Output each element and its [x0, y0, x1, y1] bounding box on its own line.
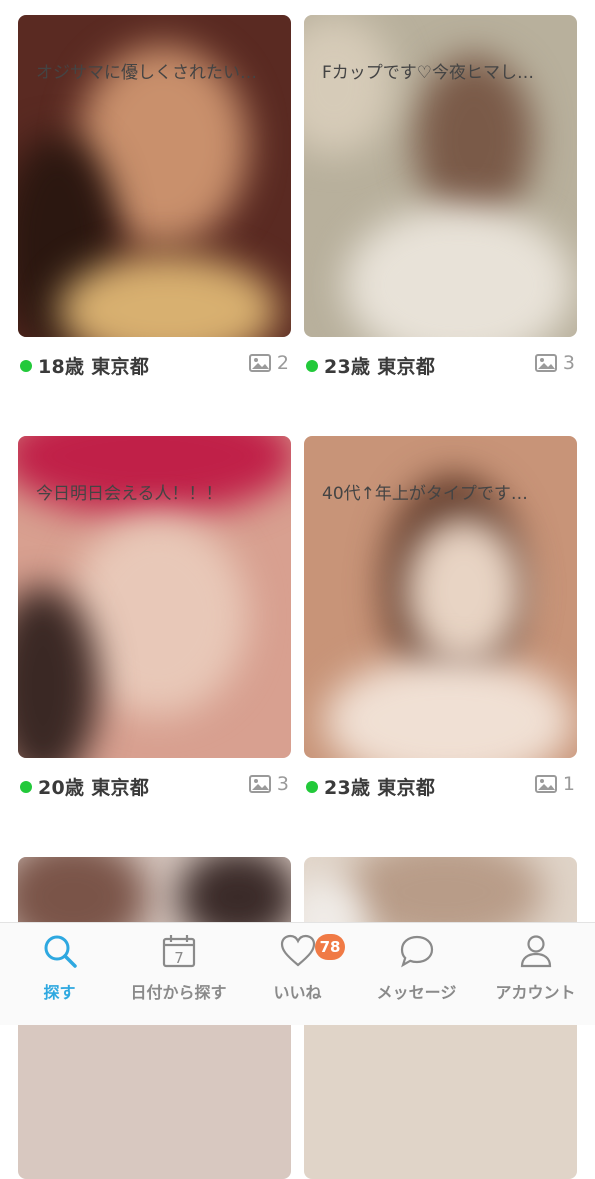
bottom-tab-bar: 探す 7 日付から探す いいね メッセージ アカウント [0, 922, 595, 1025]
message-bubble-icon [400, 935, 433, 968]
profile-message: Fカップです♡今夜ヒマし… [322, 63, 535, 83]
online-status-dot [306, 360, 318, 372]
calendar-icon: 7 [162, 935, 195, 968]
profile-card[interactable]: 18歳 東京都 2 オジサマに優しくされたい… [18, 15, 291, 381]
photo-count: 1 [534, 773, 575, 795]
search-icon [44, 935, 77, 968]
profile-card[interactable]: 20歳 東京都 3 今日明日会える人！！！ [18, 436, 291, 802]
tab-search-by-date[interactable]: 7 日付から探す [119, 923, 238, 1025]
image-icon [248, 775, 271, 793]
svg-text:7: 7 [174, 949, 184, 967]
tab-messages[interactable]: メッセージ [357, 923, 476, 1025]
likes-count-badge: 78 [315, 934, 345, 960]
profile-card[interactable]: 23歳 東京都 1 40代↑年上がタイプです… [304, 436, 577, 802]
online-status-dot [20, 781, 32, 793]
image-icon [248, 354, 271, 372]
person-icon [520, 935, 551, 968]
tab-label: 日付から探す [130, 983, 227, 1002]
profile-message: 40代↑年上がタイプです… [322, 484, 528, 504]
tab-account[interactable]: アカウント [476, 923, 595, 1025]
tab-label: いいね [273, 983, 322, 1002]
online-status-dot [20, 360, 32, 372]
profile-message: オジサマに優しくされたい… [36, 63, 257, 83]
online-status-dot [306, 781, 318, 793]
tab-label: 探す [43, 983, 76, 1002]
age-location: 18歳 東京都 [38, 356, 150, 378]
photo-count: 3 [534, 352, 575, 374]
age-location: 20歳 東京都 [38, 777, 150, 799]
tab-label: メッセージ [376, 983, 457, 1002]
age-location: 23歳 東京都 [324, 777, 436, 799]
image-icon [534, 354, 557, 372]
profile-card[interactable]: 23歳 東京都 3 Fカップです♡今夜ヒマし… [304, 15, 577, 381]
photo-count: 2 [248, 352, 289, 374]
profile-message: 今日明日会える人！！！ [36, 484, 223, 504]
image-icon [534, 775, 557, 793]
photo-count: 3 [248, 773, 289, 795]
tab-search[interactable]: 探す [0, 923, 119, 1025]
heart-icon [280, 934, 315, 967]
tab-label: アカウント [495, 983, 576, 1002]
age-location: 23歳 東京都 [324, 356, 436, 378]
